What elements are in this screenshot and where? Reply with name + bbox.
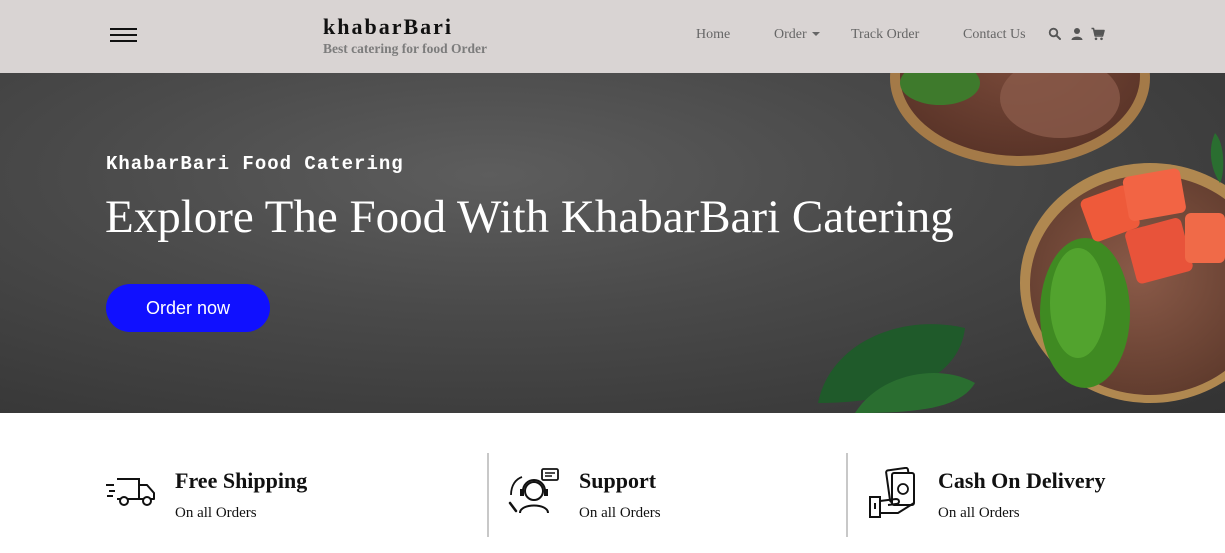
site-header: khabarBari Best catering for food Order … bbox=[0, 0, 1225, 73]
hamburger-menu-icon[interactable] bbox=[110, 26, 137, 44]
feature-divider bbox=[846, 453, 848, 537]
support-agent-icon bbox=[508, 468, 559, 514]
hamburger-line bbox=[110, 34, 137, 36]
hamburger-line bbox=[110, 40, 137, 42]
feature-title: Cash On Delivery bbox=[938, 468, 1106, 493]
delivery-truck-icon bbox=[106, 478, 155, 506]
brand-name: khabarBari bbox=[323, 14, 454, 39]
brand-tagline: Best catering for food Order bbox=[323, 41, 487, 56]
feature-support: Support On all Orders bbox=[508, 453, 838, 543]
feature-subtitle: On all Orders bbox=[579, 505, 661, 521]
cash-money-icon bbox=[869, 467, 915, 518]
search-icon[interactable] bbox=[1048, 27, 1062, 41]
nav-contact-link[interactable]: Contact Us bbox=[963, 26, 1026, 44]
user-icon[interactable] bbox=[1070, 27, 1084, 41]
feature-free-shipping: Free Shipping On all Orders bbox=[105, 453, 445, 543]
chevron-down-icon bbox=[811, 31, 820, 36]
nav-track-order-link[interactable]: Track Order bbox=[851, 26, 919, 44]
feature-subtitle: On all Orders bbox=[175, 505, 257, 521]
brand-logo[interactable]: khabarBari Best catering for food Order bbox=[323, 14, 487, 57]
hero-banner: KhabarBari Food Catering Explore The Foo… bbox=[0, 73, 1225, 413]
feature-title: Support bbox=[579, 468, 657, 493]
nav-order-label: Order bbox=[774, 27, 807, 42]
nav-home-link[interactable]: Home bbox=[696, 26, 730, 44]
hero-title: Explore The Food With KhabarBari Caterin… bbox=[105, 191, 954, 243]
hamburger-line bbox=[110, 28, 137, 30]
hero-kicker: KhabarBari Food Catering bbox=[106, 153, 404, 175]
feature-cash-on-delivery: Cash On Delivery On all Orders bbox=[868, 453, 1208, 543]
cart-icon[interactable] bbox=[1091, 27, 1105, 41]
nav-order-dropdown[interactable]: Order bbox=[774, 26, 820, 44]
order-now-button[interactable]: Order now bbox=[106, 284, 270, 332]
feature-divider bbox=[487, 453, 489, 537]
feature-subtitle: On all Orders bbox=[938, 505, 1020, 521]
feature-title: Free Shipping bbox=[175, 468, 308, 493]
